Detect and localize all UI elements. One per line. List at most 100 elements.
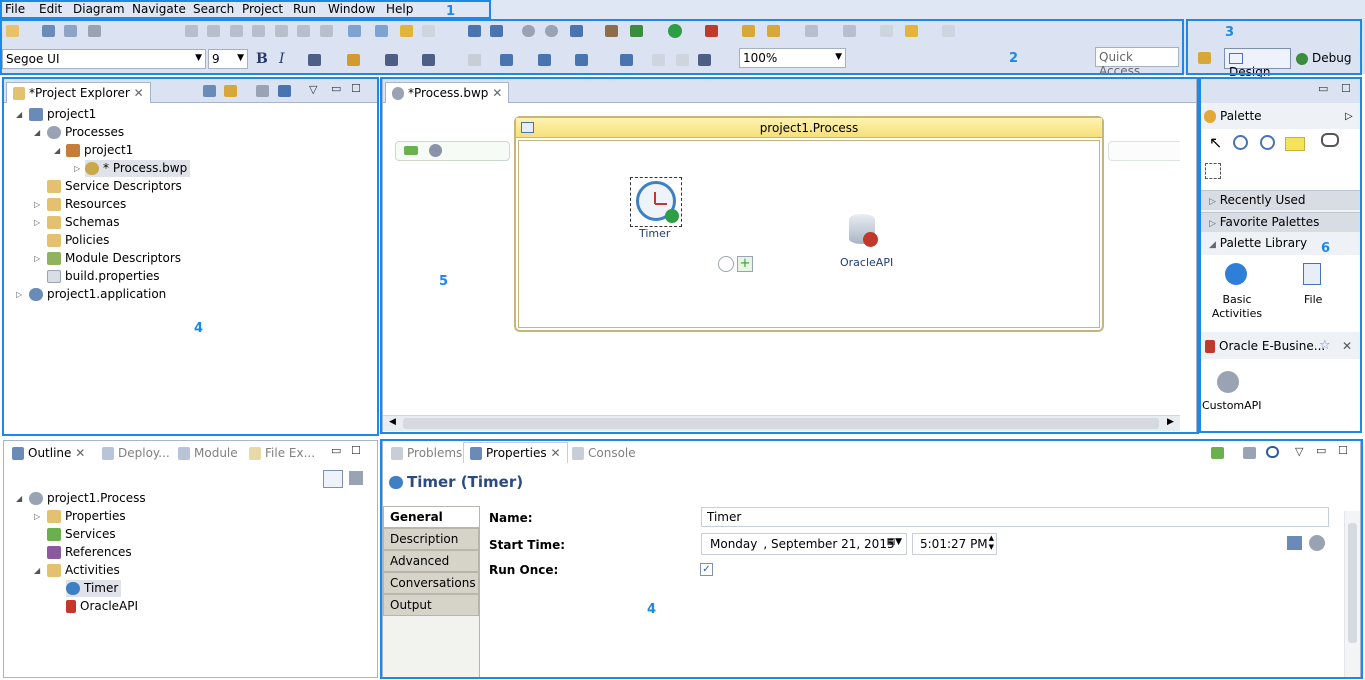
design-perspective-button[interactable]: Design [1224, 48, 1291, 79]
properties-scrollbar[interactable] [1344, 511, 1360, 677]
outline-item-process[interactable]: project1.Process [29, 490, 146, 507]
tree-item-resources[interactable]: Resources [47, 196, 126, 213]
suspend-icon[interactable] [207, 25, 220, 37]
debug-config-icon[interactable] [468, 25, 481, 37]
tab-module[interactable]: Module [172, 443, 244, 464]
vertical-scrollbar[interactable] [1180, 105, 1196, 415]
zoom-in-icon[interactable] [1233, 135, 1248, 150]
bold-button[interactable]: B [256, 51, 268, 67]
tree-toggle-icon[interactable]: ▷ [34, 218, 40, 227]
layout-icon[interactable] [570, 25, 583, 37]
menu-window[interactable]: Window [328, 2, 375, 16]
file-label[interactable]: File [1304, 293, 1322, 306]
line-color-icon[interactable] [385, 54, 398, 66]
maximize-icon[interactable]: ☐ [351, 82, 361, 95]
run-icon[interactable] [668, 24, 682, 38]
collapse-all-icon[interactable] [203, 85, 216, 97]
tree-item-package[interactable]: project1 [66, 142, 133, 159]
app-icon[interactable] [490, 25, 503, 37]
scroll-right-icon[interactable]: ▶ [1167, 417, 1174, 427]
close-icon[interactable]: ✕ [550, 446, 560, 460]
basic-activities-icon[interactable] [1225, 263, 1247, 285]
tree-item-project[interactable]: project1 [29, 106, 96, 123]
last-edit-icon[interactable] [880, 25, 893, 37]
outline-item-services[interactable]: Services [47, 526, 116, 543]
quick-access-input[interactable]: Quick Access [1095, 47, 1179, 78]
zoom-out-icon[interactable] [1260, 135, 1275, 150]
scroll-thumb[interactable] [1348, 523, 1357, 643]
basic-activities-label[interactable]: Basic Activities [1207, 293, 1267, 321]
tree-toggle-icon[interactable]: ▷ [16, 290, 22, 299]
brush-icon[interactable] [767, 25, 780, 37]
tree-item-schemas[interactable]: Schemas [47, 214, 120, 231]
pin-icon[interactable] [1211, 447, 1224, 459]
help-icon[interactable] [1266, 446, 1279, 458]
component-icon[interactable] [605, 25, 618, 37]
zoom-fit-icon[interactable] [652, 54, 665, 66]
tree-item-process-bwp[interactable]: * Process.bwp [85, 160, 191, 177]
tree-item-build-properties[interactable]: build.properties [47, 268, 160, 285]
tool-icon[interactable] [278, 85, 291, 97]
tree-toggle-icon[interactable]: ▷ [34, 200, 40, 209]
close-icon[interactable]: ✕ [492, 86, 502, 100]
arrow-style-icon[interactable] [422, 54, 435, 66]
tree-toggle-icon[interactable]: ◢ [34, 128, 40, 137]
drop-frame-icon[interactable] [348, 25, 361, 37]
outline-item-activities[interactable]: Activities [47, 562, 120, 579]
scroll-left-icon[interactable]: ◀ [389, 417, 396, 427]
palette-library-drawer[interactable]: ◢ Palette Library [1201, 234, 1360, 254]
tab-file-explorer[interactable]: File Ex... [243, 443, 321, 464]
select-all-icon[interactable] [500, 54, 513, 66]
step-into-icon[interactable] [275, 25, 288, 37]
menu-navigate[interactable]: Navigate [132, 2, 186, 16]
menu-edit[interactable]: Edit [39, 2, 62, 16]
side-tab-conversations[interactable]: Conversations [383, 572, 479, 594]
minimize-icon[interactable]: ▭ [1316, 444, 1326, 457]
disconnect-icon[interactable] [252, 25, 265, 37]
menu-project[interactable]: Project [242, 2, 283, 16]
font-color-icon[interactable] [308, 54, 321, 66]
redo-icon[interactable] [422, 25, 435, 37]
next-annotation-icon[interactable] [843, 25, 856, 37]
timer-selection[interactable] [630, 177, 682, 227]
distribute-icon[interactable] [575, 54, 588, 66]
minimize-icon[interactable]: ▭ [331, 82, 341, 95]
timer-label[interactable]: Timer [639, 227, 670, 240]
run-once-checkbox[interactable]: ✓ [700, 563, 713, 576]
undo-icon[interactable] [400, 25, 413, 37]
use-step-filters-icon[interactable] [375, 25, 388, 37]
start-time-field[interactable]: 5:01:27 PM ▲ ▼ [912, 533, 997, 555]
tree-item-policies[interactable]: Policies [47, 232, 109, 249]
align-icon[interactable] [538, 54, 551, 66]
oracle-palette-header[interactable]: Oracle E-Busine... ☆ ✕ [1201, 336, 1360, 358]
tab-process-bwp[interactable]: *Process.bwp ✕ [385, 82, 510, 103]
close-icon[interactable]: ✕ [75, 446, 85, 460]
palette-header[interactable]: Palette [1204, 109, 1262, 123]
tab-console[interactable]: Console [566, 443, 642, 464]
add-icon[interactable]: + [737, 256, 753, 272]
outline-item-oracleapi[interactable]: OracleAPI [66, 598, 138, 615]
process-header[interactable]: project1.Process [516, 118, 1102, 138]
new-icon[interactable] [6, 25, 19, 37]
menu-file[interactable]: File [5, 2, 25, 16]
font-size-select[interactable]: 9 ▼ [208, 49, 248, 69]
menu-search[interactable]: Search [193, 2, 234, 16]
open-perspective-icon[interactable] [1198, 52, 1211, 64]
outline-item-references[interactable]: References [47, 544, 132, 561]
star-icon[interactable]: ☆ [1319, 338, 1331, 353]
tree-item-application[interactable]: project1.application [29, 286, 166, 303]
custom-api-icon[interactable] [1217, 371, 1239, 393]
start-date-picker[interactable]: Monday , September 21, 2015 ▦▼ [701, 533, 907, 555]
close-icon[interactable]: ✕ [134, 86, 144, 100]
link-icon[interactable] [718, 256, 734, 272]
debug-perspective-button[interactable]: Debug [1296, 51, 1351, 65]
tab-project-explorer[interactable]: *Project Explorer ✕ [6, 82, 151, 103]
maximize-icon[interactable]: ☐ [1341, 82, 1351, 95]
annotation-icon[interactable] [805, 25, 818, 37]
palette-collapse-icon[interactable]: ▷ [1345, 111, 1353, 122]
link-tool-icon[interactable] [1321, 133, 1339, 147]
outline-item-timer[interactable]: Timer [66, 580, 122, 597]
font-name-select[interactable]: Segoe UI ▼ [2, 49, 206, 69]
view-menu-icon[interactable]: ▽ [1295, 445, 1303, 458]
oracleapi-label[interactable]: OracleAPI [840, 256, 893, 269]
